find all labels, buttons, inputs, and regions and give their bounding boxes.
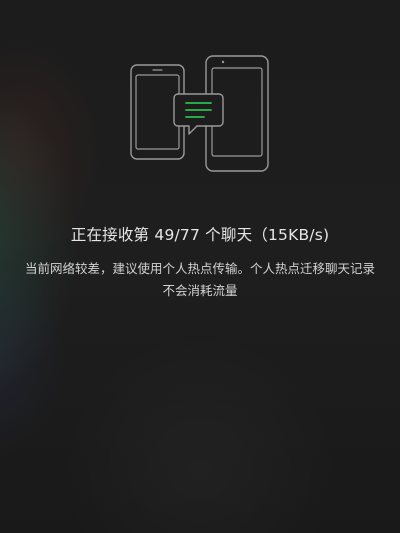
chat-migration-screen: 正在接收第 49/77 个聊天（15KB/s) 当前网络较差，建议使用个人热点传…	[0, 0, 400, 533]
device-transfer-illustration	[130, 55, 269, 172]
network-hint-message: 当前网络较差，建议使用个人热点传输。个人热点迁移聊天记录不会消耗流量	[24, 261, 375, 298]
transfer-progress-status: 正在接收第 49/77 个聊天（15KB/s)	[70, 226, 330, 244]
